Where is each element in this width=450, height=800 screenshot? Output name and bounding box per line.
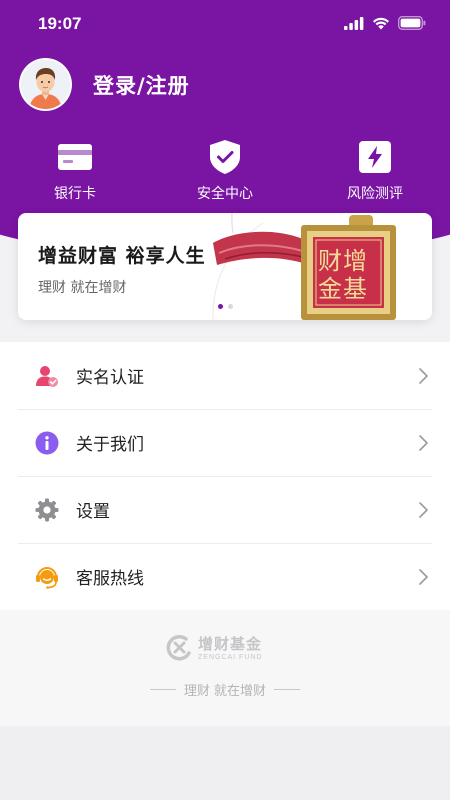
user-avatar-icon	[21, 60, 70, 109]
login-register-link[interactable]: 登录/注册	[93, 70, 190, 100]
status-bar: 19:07	[0, 0, 450, 48]
footer-logo-cn: 增财基金	[198, 634, 263, 653]
menu-label: 实名认证	[76, 368, 144, 388]
headset-icon	[35, 565, 59, 589]
seal-char: 增	[343, 247, 367, 275]
footer-logo-en: ZENGCAI FUND	[198, 653, 263, 661]
menu-list: 实名认证 关于我们 设置 客服热线	[0, 342, 450, 610]
quick-action-security-center[interactable]: 安全中心	[150, 140, 300, 203]
pager-dot[interactable]	[228, 304, 233, 309]
divider	[274, 689, 301, 690]
banner-subtitle: 理财 就在增财	[38, 280, 127, 296]
chevron-right-icon	[419, 368, 428, 384]
user-verified-icon	[35, 364, 59, 388]
divider	[149, 689, 176, 690]
wifi-icon	[373, 17, 389, 29]
quick-action-label: 银行卡	[54, 186, 96, 202]
quick-action-bank-card[interactable]: 银行卡	[0, 140, 150, 203]
promo-banner[interactable]: 增益财富 裕享人生 理财 就在增财 增 财 基 金	[18, 213, 432, 320]
quick-actions: 银行卡 安全中心 风险测评	[0, 140, 450, 203]
avatar[interactable]	[19, 58, 72, 111]
chevron-right-icon	[419, 569, 428, 585]
pager-dot-active[interactable]	[218, 304, 223, 309]
chevron-right-icon	[419, 435, 428, 451]
seal-char: 财	[318, 247, 342, 275]
quick-action-label: 安全中心	[197, 186, 253, 202]
menu-item-customer-service[interactable]: 客服热线	[0, 543, 450, 610]
quick-action-label: 风险测评	[347, 186, 403, 202]
quick-action-risk-assessment[interactable]: 风险测评	[300, 140, 450, 203]
seal-char: 金	[318, 275, 342, 303]
profile-row[interactable]: 登录/注册	[19, 58, 190, 111]
menu-label: 设置	[76, 502, 110, 522]
banner-title: 增益财富 裕享人生	[38, 245, 206, 267]
shield-check-icon	[208, 140, 242, 174]
chevron-right-icon	[419, 502, 428, 518]
footer-logo: 增财基金 ZENGCAI FUND	[166, 634, 263, 662]
status-time: 19:07	[38, 14, 82, 33]
seal-char: 基	[343, 275, 367, 303]
menu-item-real-name-auth[interactable]: 实名认证	[0, 342, 450, 409]
bottom-blank-area	[0, 726, 450, 800]
gear-icon	[35, 498, 59, 522]
menu-label: 关于我们	[76, 435, 144, 455]
footer-slogan-text: 理财 就在增财	[183, 684, 267, 699]
footer-brand: 增财基金 ZENGCAI FUND 理财 就在增财	[0, 610, 450, 726]
status-icons	[344, 16, 426, 30]
menu-item-about-us[interactable]: 关于我们	[0, 409, 450, 476]
banner-pager[interactable]	[218, 304, 233, 309]
zengcai-logo-icon	[166, 635, 191, 661]
menu-item-settings[interactable]: 设置	[0, 476, 450, 543]
lightning-icon	[358, 140, 392, 174]
menu-label: 客服热线	[76, 569, 144, 589]
bank-card-icon	[58, 140, 92, 174]
footer-slogan: 理财 就在增财	[0, 680, 450, 699]
battery-icon	[398, 16, 426, 30]
signal-icon	[344, 16, 364, 30]
banner-seal-illustration: 增 财 基 金	[212, 213, 396, 320]
info-icon	[35, 431, 59, 455]
